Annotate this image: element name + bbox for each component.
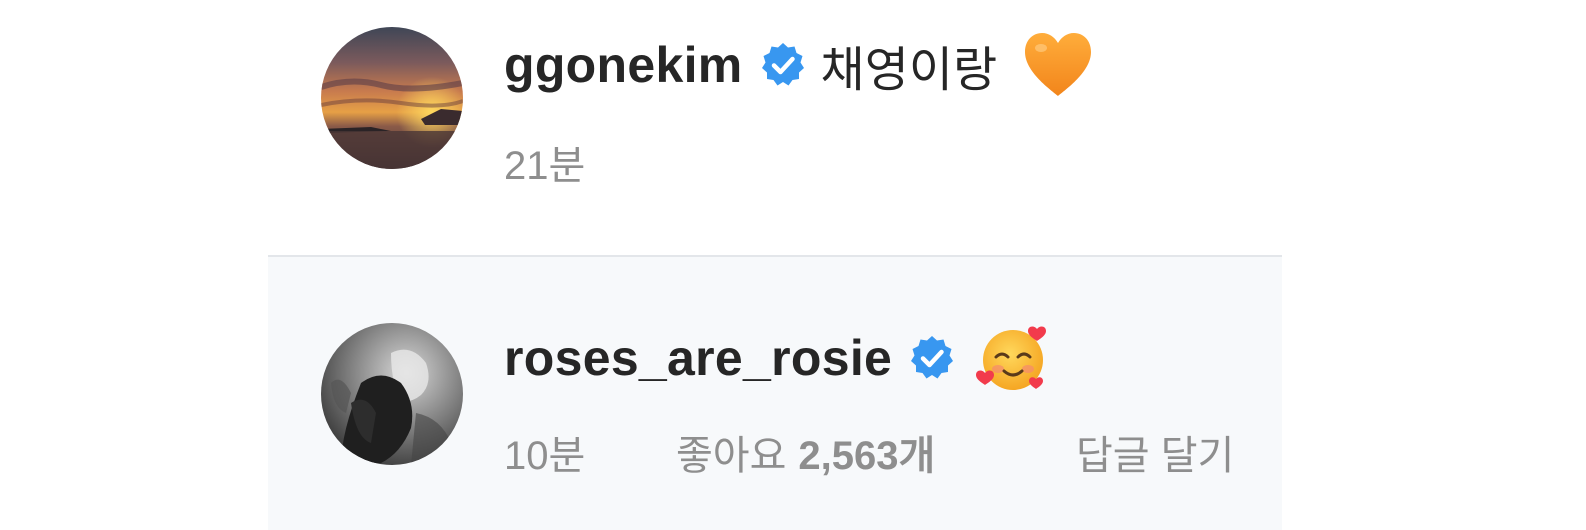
likes-count: 2,563개 [798, 434, 936, 478]
username-link[interactable]: ggonekim [504, 36, 743, 94]
bw-photo-avatar-image [321, 323, 463, 465]
comment-meta: 21분 [504, 132, 676, 192]
comment-timestamp: 21분 [504, 144, 586, 188]
likes-count-link[interactable]: 좋아요 2,563개 [676, 423, 1076, 481]
likes-label: 좋아요 [676, 434, 787, 478]
verified-badge-icon [761, 43, 804, 86]
comment-text: 채영이랑 [820, 44, 998, 97]
comment-timestamp: 10분 [504, 434, 586, 478]
reply-button[interactable]: 답글 달기 [1076, 423, 1234, 481]
avatar[interactable] [321, 323, 463, 465]
verified-badge-icon [911, 336, 954, 379]
avatar[interactable] [321, 27, 463, 169]
username-link[interactable]: roses_are_rosie [504, 329, 892, 387]
comment-item: ggonekim 채영이랑 21분 [0, 0, 1586, 255]
comment-item: roses_are_rosie 10분 좋아요 2,563개 답글 달기 [0, 257, 1586, 530]
comment-line: roses_are_rosie [504, 315, 1050, 401]
sunset-avatar-image [321, 27, 463, 169]
comment-meta: 10분 좋아요 2,563개 답글 달기 [504, 422, 1234, 482]
comment-line: ggonekim 채영이랑 [504, 22, 1095, 108]
orange-heart-icon [1025, 33, 1092, 96]
smiling-face-with-hearts-icon [976, 326, 1047, 390]
